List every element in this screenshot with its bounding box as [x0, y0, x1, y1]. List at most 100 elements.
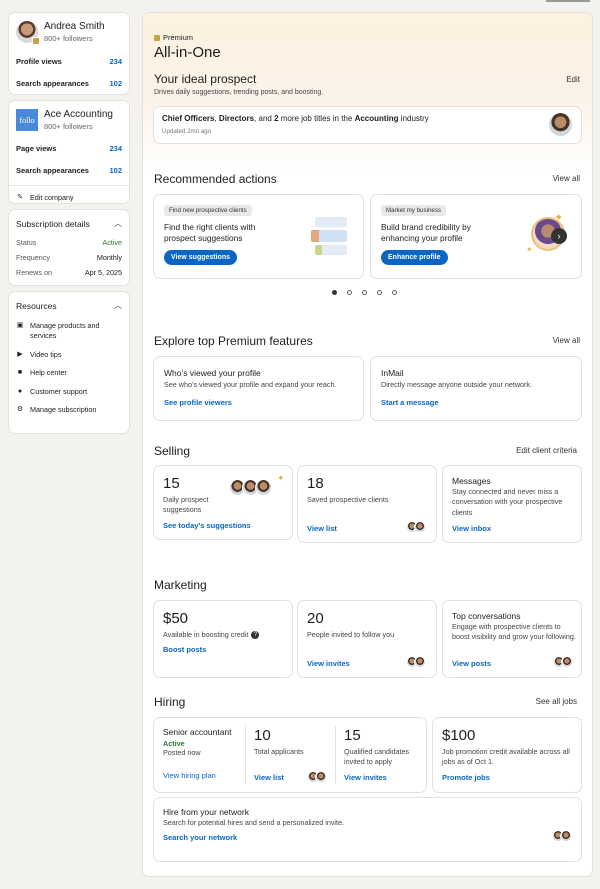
- hire-network-card[interactable]: Hire from your network Search for potent…: [154, 798, 581, 861]
- recommended-card-prospects[interactable]: Find new prospective clients Find the ri…: [154, 195, 363, 278]
- resource-manage-subscription[interactable]: ⚙ Manage subscription: [9, 401, 129, 419]
- premium-icon: [154, 34, 160, 41]
- carousel-pagination: [332, 290, 397, 295]
- prospect-subtitle: Drives daily suggestions, trending posts…: [154, 89, 324, 96]
- sparkle-icon: ✦: [554, 212, 564, 224]
- view-suggestions-button[interactable]: View suggestions: [164, 250, 237, 265]
- edit-prospect-button[interactable]: Edit: [566, 75, 580, 84]
- stat-search-appearances[interactable]: Search appearances 102: [9, 75, 129, 92]
- carousel-dot[interactable]: [362, 290, 367, 295]
- carousel-dot[interactable]: [377, 290, 382, 295]
- resource-video-tips[interactable]: ▶ Video tips: [9, 346, 129, 364]
- subscription-status: Status Active: [16, 238, 122, 247]
- chevron-up-icon[interactable]: ︿: [114, 218, 122, 229]
- prospect-criteria-card[interactable]: Chief Officers, Directors, and 2 more jo…: [154, 107, 581, 143]
- stat-label: Search appearances: [16, 79, 89, 88]
- stat-profile-views[interactable]: Profile views 234: [9, 53, 129, 70]
- boost-posts-link[interactable]: Boost posts: [163, 645, 206, 654]
- feature-card-inmail[interactable]: InMail Directly message anyone outside y…: [371, 357, 581, 420]
- marketing-invites-card[interactable]: 20 People invited to follow you View inv…: [298, 601, 436, 677]
- resource-customer-support[interactable]: ● Customer support: [9, 383, 129, 401]
- prospects-count: 15: [163, 475, 180, 492]
- applicants-desc: Total applicants: [254, 747, 304, 756]
- marketing-credit-card[interactable]: $50 Available in boosting credit ? Boost…: [154, 601, 292, 677]
- promote-jobs-link[interactable]: Promote jobs: [442, 773, 490, 782]
- invites-desc: People invited to follow you: [307, 630, 395, 639]
- avatar[interactable]: [16, 21, 40, 45]
- resources-header[interactable]: Resources ︿: [9, 292, 129, 317]
- hiring-job-card[interactable]: Senior accountant Active Posted now View…: [154, 718, 426, 792]
- carousel-dot[interactable]: [347, 290, 352, 295]
- resource-help-center[interactable]: ■ Help center: [9, 364, 129, 382]
- view-inbox-link[interactable]: View inbox: [452, 524, 491, 533]
- carousel-next-button[interactable]: ›: [551, 228, 567, 244]
- edit-client-criteria-button[interactable]: Edit client criteria: [516, 446, 577, 455]
- avatar: [255, 479, 272, 496]
- start-message-link[interactable]: Start a message: [381, 398, 439, 407]
- see-all-jobs-button[interactable]: See all jobs: [536, 697, 577, 706]
- features-title: Explore top Premium features: [154, 334, 313, 348]
- edit-company-button[interactable]: ✎ Edit company: [9, 186, 129, 207]
- suggestions-illustration-icon: [311, 215, 351, 259]
- view-list-link[interactable]: View list: [307, 524, 337, 533]
- carousel-dot[interactable]: [392, 290, 397, 295]
- saved-avatars: [406, 521, 426, 533]
- selling-messages-card[interactable]: Messages Stay connected and never miss a…: [443, 466, 581, 542]
- prospects-desc: Daily prospect suggestions: [163, 495, 209, 515]
- top-scroll-indicator: [546, 0, 590, 2]
- enhance-profile-button[interactable]: Enhance profile: [381, 250, 448, 265]
- view-posts-link[interactable]: View posts: [452, 659, 491, 668]
- chevron-up-icon[interactable]: ︿: [114, 300, 122, 311]
- features-view-all[interactable]: View all: [553, 336, 580, 345]
- sparkle-icon: ✦: [526, 245, 533, 254]
- view-invites-link[interactable]: View invites: [307, 659, 350, 668]
- applicants-count: 10: [254, 727, 271, 744]
- carousel-dot[interactable]: [332, 290, 337, 295]
- prospect-title: Your ideal prospect: [154, 72, 257, 86]
- search-network-link[interactable]: Search your network: [163, 833, 237, 842]
- qualified-count: 15: [344, 727, 361, 744]
- subscription-card: Subscription details ︿ Status Active Freq…: [9, 210, 129, 285]
- feature-card-viewers[interactable]: Who’s viewed your profile See who’s view…: [154, 357, 363, 420]
- company-name[interactable]: Ace Accounting: [44, 109, 113, 120]
- resources-card: Resources ︿ ▣ Manage products and service…: [9, 292, 129, 433]
- stat-label: Search appearances: [16, 166, 89, 175]
- subscription-frequency: Frequency Monthly: [16, 253, 122, 262]
- network-desc: Search for potential hires and send a pe…: [163, 818, 344, 827]
- messages-desc: Stay connected and never miss a conversa…: [452, 487, 563, 517]
- card-tag: Market my business: [381, 205, 447, 216]
- view-hiring-plan-link[interactable]: View hiring plan: [163, 771, 216, 780]
- view-qualified-invites-link[interactable]: View invites: [344, 773, 387, 782]
- hiring-promo-card[interactable]: $100 Job promotion credit available acro…: [433, 718, 581, 792]
- resource-products[interactable]: ▣ Manage products and services: [9, 317, 129, 346]
- card-tag: Find new prospective clients: [164, 205, 252, 216]
- selling-saved-card[interactable]: 18 Saved prospective clients View list: [298, 466, 436, 542]
- recommended-view-all[interactable]: View all: [553, 174, 580, 183]
- selling-prospects-card[interactable]: 15 Daily prospect suggestions ✦ See toda…: [154, 466, 292, 539]
- criteria-updated: Updated 2mo ago: [162, 128, 212, 135]
- applicant-avatars: [307, 771, 327, 783]
- stat-page-views[interactable]: Page views 234: [9, 140, 129, 157]
- stat-company-search[interactable]: Search appearances 102: [9, 162, 129, 179]
- profile-name[interactable]: Andrea Smith: [44, 21, 105, 32]
- promo-desc: Job promotion credit available across al…: [442, 747, 570, 767]
- stat-label: Profile views: [16, 57, 62, 66]
- see-suggestions-link[interactable]: See today’s suggestions: [163, 521, 251, 530]
- invites-avatars: [406, 656, 426, 668]
- view-applicants-link[interactable]: View list: [254, 773, 284, 782]
- conversations-title: Top conversations: [452, 611, 521, 621]
- sparkle-icon: ✦: [277, 473, 285, 483]
- help-icon: ●: [17, 387, 23, 395]
- avatar: [414, 656, 426, 668]
- pencil-icon: ✎: [17, 194, 23, 201]
- see-profile-viewers-link[interactable]: See profile viewers: [164, 398, 232, 407]
- marketing-conversations-card[interactable]: Top conversations Engage with prospectiv…: [443, 601, 581, 677]
- help-icon[interactable]: ?: [251, 631, 260, 640]
- recommended-card-profile[interactable]: Market my business Build brand credibili…: [371, 195, 581, 278]
- hiring-title: Hiring: [154, 695, 186, 709]
- subscription-header[interactable]: Subscription details ︿: [9, 210, 129, 235]
- company-logo[interactable]: follo: [16, 109, 38, 131]
- marketing-title: Marketing: [154, 578, 207, 592]
- selling-title: Selling: [154, 444, 191, 458]
- company-card: follo Ace Accounting 800+ followers Page…: [9, 101, 129, 203]
